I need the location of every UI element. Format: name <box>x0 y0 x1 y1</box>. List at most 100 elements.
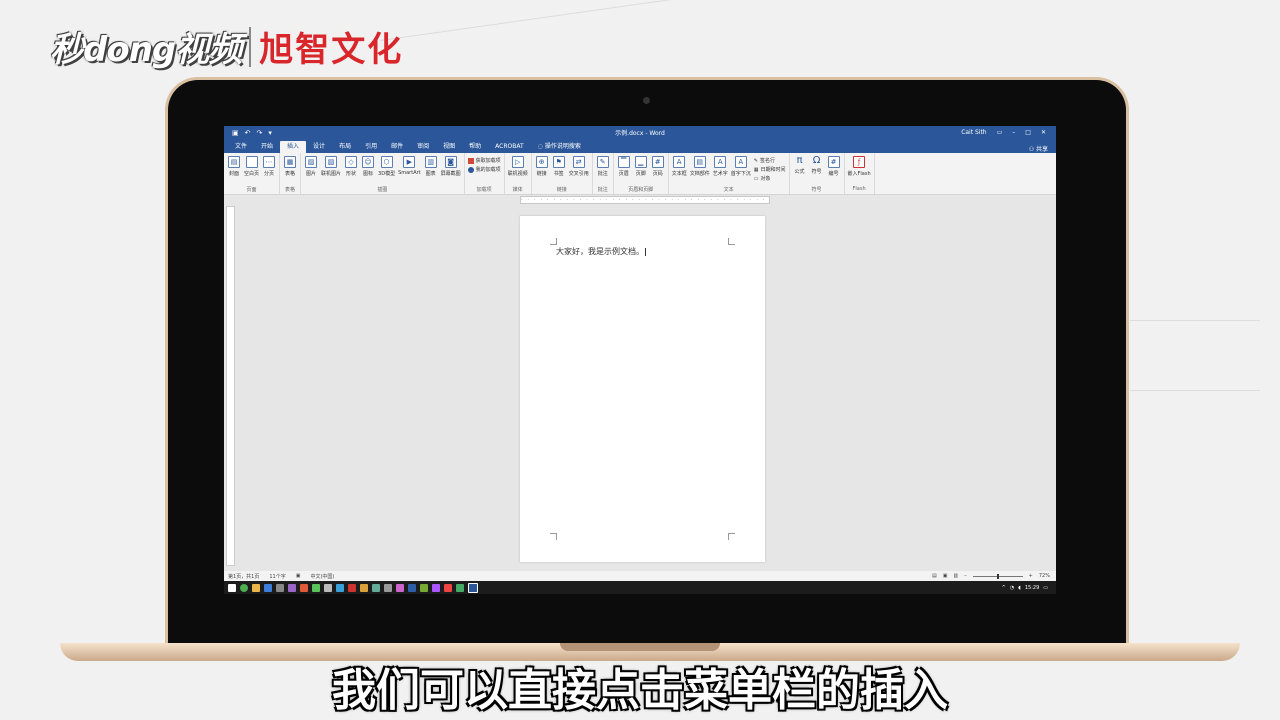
clock[interactable]: 15:29 <box>1025 585 1039 591</box>
chrome-icon[interactable] <box>240 583 248 592</box>
volume-icon[interactable]: ◖ <box>1018 585 1021 591</box>
app-icon[interactable] <box>336 583 344 592</box>
app-icon[interactable] <box>348 583 356 592</box>
wordart-button[interactable]: A 艺术字 <box>713 156 728 177</box>
comment-button[interactable]: ✎ 批注 <box>596 156 610 177</box>
3d-models-button[interactable]: ⬡ 3D模型 <box>378 156 395 177</box>
zoom-slider[interactable] <box>972 573 1023 579</box>
app-icon[interactable] <box>408 583 416 592</box>
app-icon[interactable] <box>360 583 368 592</box>
tray-chevron-icon[interactable]: ^ <box>1002 585 1006 591</box>
app-icon[interactable] <box>324 583 332 592</box>
app-icon[interactable] <box>384 583 392 592</box>
button-label: 页码 <box>652 171 663 177</box>
equation-button[interactable]: π 公式 <box>793 156 807 176</box>
group-text: A 文本框 ▤ 文档部件 A 艺术字 A 首字下沉 ✎ 签名行 ▦ 日期和时间 ▭ 对象 文本 <box>669 153 790 194</box>
quick-parts-button[interactable]: ▤ 文档部件 <box>690 156 710 177</box>
zoom-thumb[interactable] <box>996 573 999 579</box>
header-button[interactable]: ▔ 页眉 <box>617 156 631 177</box>
app-icon[interactable] <box>396 583 404 592</box>
word-count[interactable]: 11个字 <box>269 573 285 580</box>
online-pictures-button[interactable]: ▨ 联机图片 <box>321 156 341 177</box>
tab-review[interactable]: 审阅 <box>410 141 436 153</box>
zoom-in-icon[interactable]: + <box>1029 573 1033 579</box>
blank-page-button[interactable]: 空白页 <box>244 156 259 177</box>
screenshot-button[interactable]: ◙ 屏幕截图 <box>441 156 461 177</box>
chart-button[interactable]: ▥ 图表 <box>424 156 438 177</box>
horizontal-ruler[interactable]: · · · · · · · · · · · · · · · · · · · · … <box>224 195 1056 204</box>
bookmark-button[interactable]: ⚑ 书签 <box>552 156 566 177</box>
text-box-button[interactable]: A 文本框 <box>672 156 687 177</box>
button-label: 编号 <box>828 171 839 177</box>
network-icon[interactable]: ◔ <box>1010 585 1014 591</box>
object-button[interactable]: ▭ 对象 <box>754 175 786 183</box>
folder-icon[interactable] <box>252 583 260 592</box>
globe-icon: ⊕ <box>535 156 548 168</box>
tab-layout[interactable]: 布局 <box>332 141 358 153</box>
embed-flash-button[interactable]: ƒ 嵌入Flash <box>848 156 871 177</box>
icons-button[interactable]: ☺ 图标 <box>361 156 375 177</box>
date-time-button[interactable]: ▦ 日期和时间 <box>754 166 786 174</box>
my-addins-button[interactable]: 我的加载项 <box>467 166 501 173</box>
start-icon[interactable] <box>228 583 236 592</box>
table-button[interactable]: ▦ 表格 <box>283 156 297 177</box>
tell-me-search[interactable]: ◌ 操作说明搜索 <box>531 141 588 153</box>
word-icon[interactable] <box>468 582 478 593</box>
app-icon[interactable] <box>288 583 296 592</box>
page-count[interactable]: 第1页，共1页 <box>228 573 259 580</box>
notification-icon[interactable]: ▭ <box>1043 585 1048 591</box>
button-label: 联机图片 <box>321 171 342 177</box>
app-icon[interactable] <box>444 583 452 592</box>
zoom-out-icon[interactable]: – <box>964 573 967 579</box>
page-break-button[interactable]: ⋯ 分页 <box>262 156 276 177</box>
app-icon[interactable] <box>420 583 428 592</box>
page-number-button[interactable]: # 页码 <box>651 156 665 177</box>
app-icon[interactable] <box>456 583 464 592</box>
tab-help[interactable]: 帮助 <box>462 141 488 153</box>
tab-view[interactable]: 视图 <box>436 141 462 153</box>
app-icon[interactable] <box>300 583 308 592</box>
tab-design[interactable]: 设计 <box>306 141 332 153</box>
tab-file[interactable]: 文件 <box>228 141 254 153</box>
drop-cap-button[interactable]: A 首字下沉 <box>731 156 751 177</box>
smartart-button[interactable]: ▶ SmartArt <box>398 156 421 176</box>
group-label: 批注 <box>597 187 608 193</box>
app-icon[interactable] <box>276 583 284 592</box>
link-button[interactable]: ⊕ 链接 <box>535 156 549 177</box>
app-icon[interactable] <box>432 583 440 592</box>
symbol-button[interactable]: Ω 符号 <box>810 156 824 176</box>
numbering-button[interactable]: # 编号 <box>827 156 841 177</box>
tab-acrobat[interactable]: ACROBAT <box>488 141 531 153</box>
tab-references[interactable]: 引用 <box>358 141 384 153</box>
vertical-ruler[interactable] <box>226 206 235 566</box>
tab-insert[interactable]: 插入 <box>280 141 307 153</box>
online-video-button[interactable]: ▷ 联机视频 <box>508 156 528 177</box>
language[interactable]: 中文(中国) <box>310 573 334 580</box>
tab-mailings[interactable]: 邮件 <box>384 141 410 153</box>
print-layout-icon[interactable]: ▣ <box>943 573 948 579</box>
cover-page-button[interactable]: ▤ 封面 <box>227 156 241 177</box>
app-icon[interactable] <box>372 583 380 592</box>
app-icon[interactable] <box>264 583 272 592</box>
smartart-icon: ▶ <box>403 156 416 168</box>
tab-home[interactable]: 开始 <box>254 141 280 153</box>
button-label: 空白页 <box>244 171 260 177</box>
wechat-icon[interactable] <box>312 583 320 592</box>
window-title: 示例.docx - Word <box>615 130 665 137</box>
document-text: 大家好，我是示例文档。 <box>556 247 644 256</box>
web-layout-icon[interactable]: ▥ <box>953 573 958 579</box>
zoom-level[interactable]: 72% <box>1039 573 1050 579</box>
shapes-button[interactable]: ◇ 形状 <box>344 156 358 177</box>
pictures-button[interactable]: ▨ 图片 <box>304 156 318 177</box>
share-button[interactable]: ⚇ 共享 <box>1029 144 1056 153</box>
document-page[interactable]: 大家好，我是示例文档。 <box>520 216 765 562</box>
document-body[interactable]: 大家好，我是示例文档。 <box>556 246 646 257</box>
footer-button[interactable]: ▁ 页脚 <box>634 156 648 177</box>
signature-line-button[interactable]: ✎ 签名行 <box>754 157 786 165</box>
cross-reference-button[interactable]: ⇄ 交叉引用 <box>569 156 589 177</box>
get-addins-button[interactable]: 获取加载项 <box>467 157 501 164</box>
group-tables: ▦ 表格 表格 <box>280 153 302 194</box>
proofing-icon[interactable]: ▣ <box>296 573 301 579</box>
background-line <box>1130 390 1260 391</box>
read-mode-icon[interactable]: ▤ <box>932 573 937 579</box>
